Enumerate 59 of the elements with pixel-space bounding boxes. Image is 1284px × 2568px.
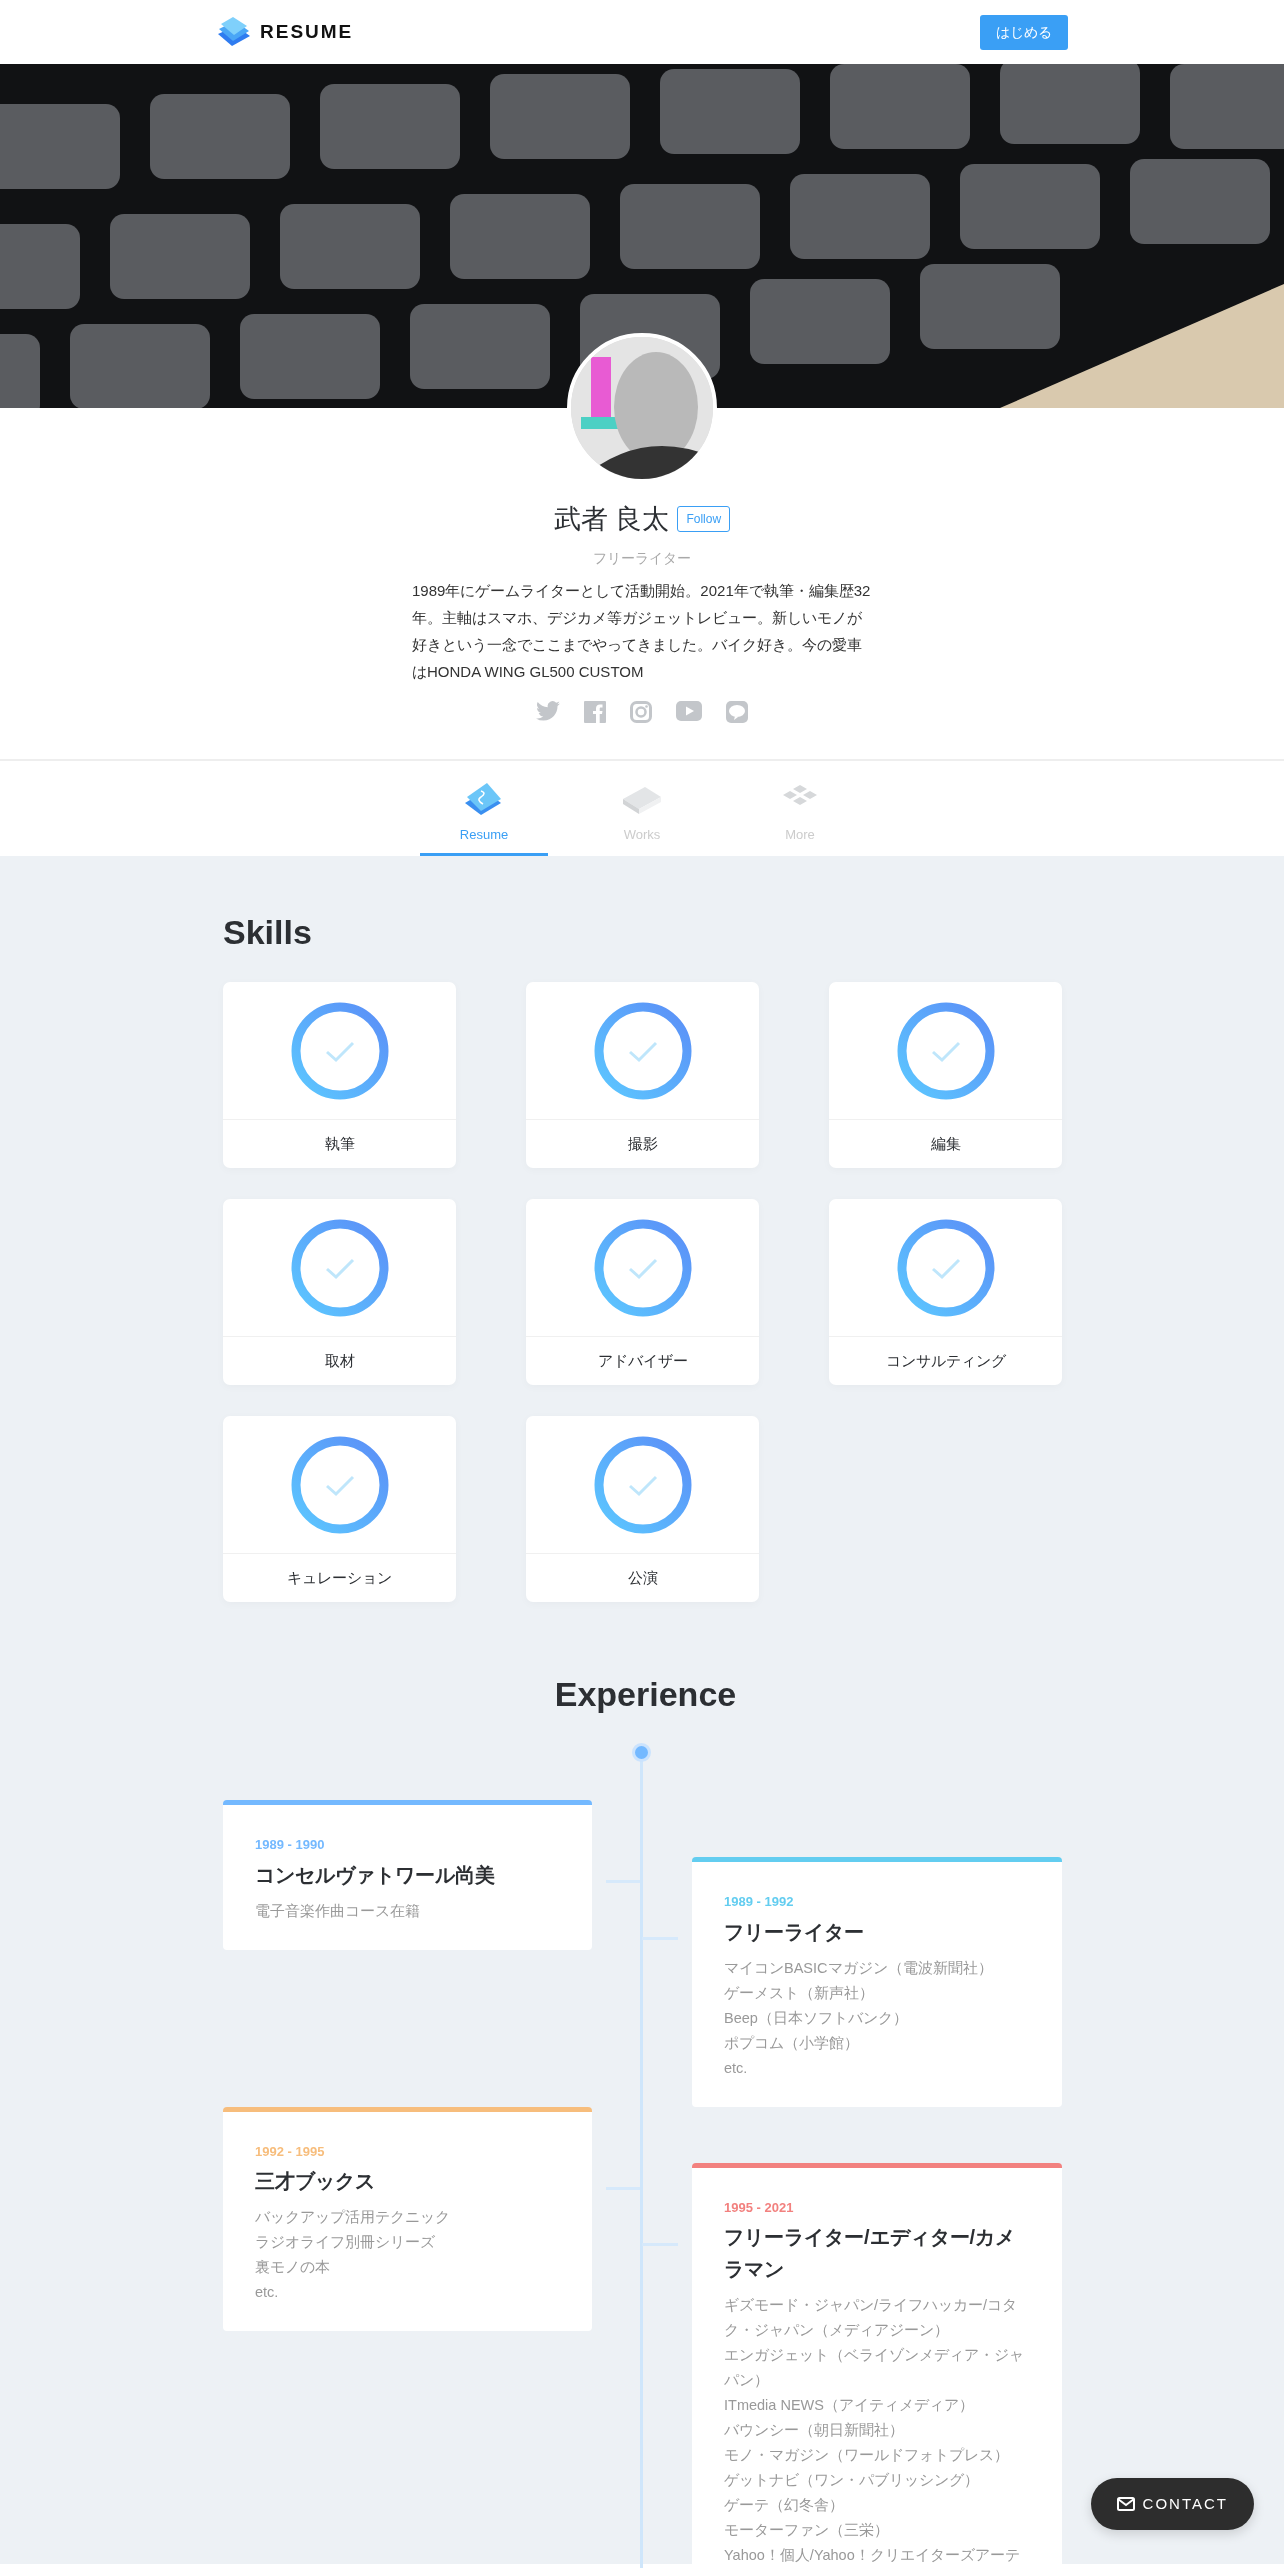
detail-text: 電子音楽作曲コース在籍: [255, 1901, 421, 1921]
detail-text: 裏モノの本: [255, 2258, 331, 2278]
detail-text: エンガジェット（ベライゾンメディア・ジャパン）: [724, 2346, 1025, 2391]
camera-icon[interactable]: [630, 700, 652, 723]
skill-label: 公演: [627, 1567, 658, 1588]
section-title: Experience: [553, 1674, 738, 1716]
skill-label: コンサルティング: [885, 1350, 1006, 1371]
period-text: 1995 - 2021: [724, 2198, 795, 2217]
detail-text: ギズモード・ジャパン/ライフハッカー/コタク・ジャパン（メディアジーン）: [724, 2296, 1019, 2341]
skill-label: 執筆: [324, 1133, 355, 1154]
check-circle-icon: [895, 1000, 996, 1101]
detail-text: ゲーテ（幻冬舎）: [724, 2496, 845, 2516]
logo-icon: [216, 16, 252, 48]
detail-text: etc.: [724, 2058, 749, 2078]
check-circle-icon: [592, 1434, 693, 1535]
period-text: 1989 - 1990: [255, 1836, 326, 1855]
check-circle-icon: [289, 1217, 390, 1318]
social-square-icon[interactable]: [584, 700, 606, 723]
experience-title: フリーライター: [724, 1919, 865, 1945]
section-title: Skills: [223, 911, 313, 953]
detail-text: Beep（日本ソフトバンク）: [724, 2008, 909, 2028]
detail-text: モーターファン（三栄）: [724, 2521, 890, 2541]
period-text: 1989 - 1992: [724, 1893, 795, 1912]
check-circle-icon: [289, 1434, 390, 1535]
check-circle-icon: [289, 1000, 390, 1101]
bio-text: 1989年にゲームライターとして活動開始。2021年で執筆・編集歴32年。主軸はスマホ、デジカメ等ガジェットレビュー。新しいモノが好きという一念でここまでやってきました。バイク好き。今の愛車はHONDA WING GL500 CUSTOM: [412, 580, 872, 682]
person-name: 武者 良太: [553, 503, 670, 536]
skill-label: キュレーション: [287, 1567, 392, 1588]
start-button[interactable]: はじめる: [980, 14, 1068, 50]
check-circle-icon: [592, 1217, 693, 1318]
detail-text: etc.: [255, 2283, 280, 2303]
skill-label: 取材: [324, 1350, 355, 1371]
detail-text: Yahoo！個人/Yahoo！クリエイターズアーテ: [724, 2546, 1021, 2566]
skill-label: 編集: [930, 1133, 961, 1154]
skill-label: 撮影: [627, 1133, 658, 1154]
play-icon[interactable]: [676, 700, 702, 721]
detail-text: ポプコム（小学館）: [724, 2033, 860, 2053]
job-title: フリーライター: [592, 548, 692, 568]
experience-title: フリーライター/エディター/カメラマン: [724, 2225, 1017, 2283]
logo-text: RESUME: [260, 19, 354, 44]
detail-text: モノ・マガジン（ワールドフォトプレス）: [724, 2446, 1010, 2466]
experience-title: 三才ブックス: [255, 2169, 376, 2195]
period-text: 1992 - 1995: [255, 2142, 326, 2161]
detail-text: ゲーメスト（新声社）: [724, 1983, 875, 2003]
bird-icon[interactable]: [536, 700, 560, 721]
detail-text: バックアップ活用テクニック: [255, 2208, 451, 2228]
check-circle-icon: [895, 1217, 996, 1318]
detail-text: ゲットナビ（ワン・パブリッシング）: [724, 2471, 980, 2491]
chat-bubble-icon[interactable]: [726, 700, 748, 723]
contact-button[interactable]: CONTACT: [1090, 2478, 1254, 2530]
follow-button[interactable]: Follow: [677, 506, 731, 533]
detail-text: バウンシー（朝日新聞社）: [724, 2421, 905, 2441]
detail-text: ITmedia NEWS（アイティメディア）: [724, 2396, 975, 2416]
detail-text: マイコンBASICマガジン（電波新聞社）: [724, 1958, 994, 1978]
skill-label: アドバイザー: [597, 1350, 688, 1371]
detail-text: ラジオライフ別冊シリーズ: [255, 2233, 436, 2253]
check-circle-icon: [592, 1000, 693, 1101]
experience-title: コンセルヴァトワール尚美: [255, 1862, 496, 1888]
mail-icon: [1116, 2497, 1135, 2511]
